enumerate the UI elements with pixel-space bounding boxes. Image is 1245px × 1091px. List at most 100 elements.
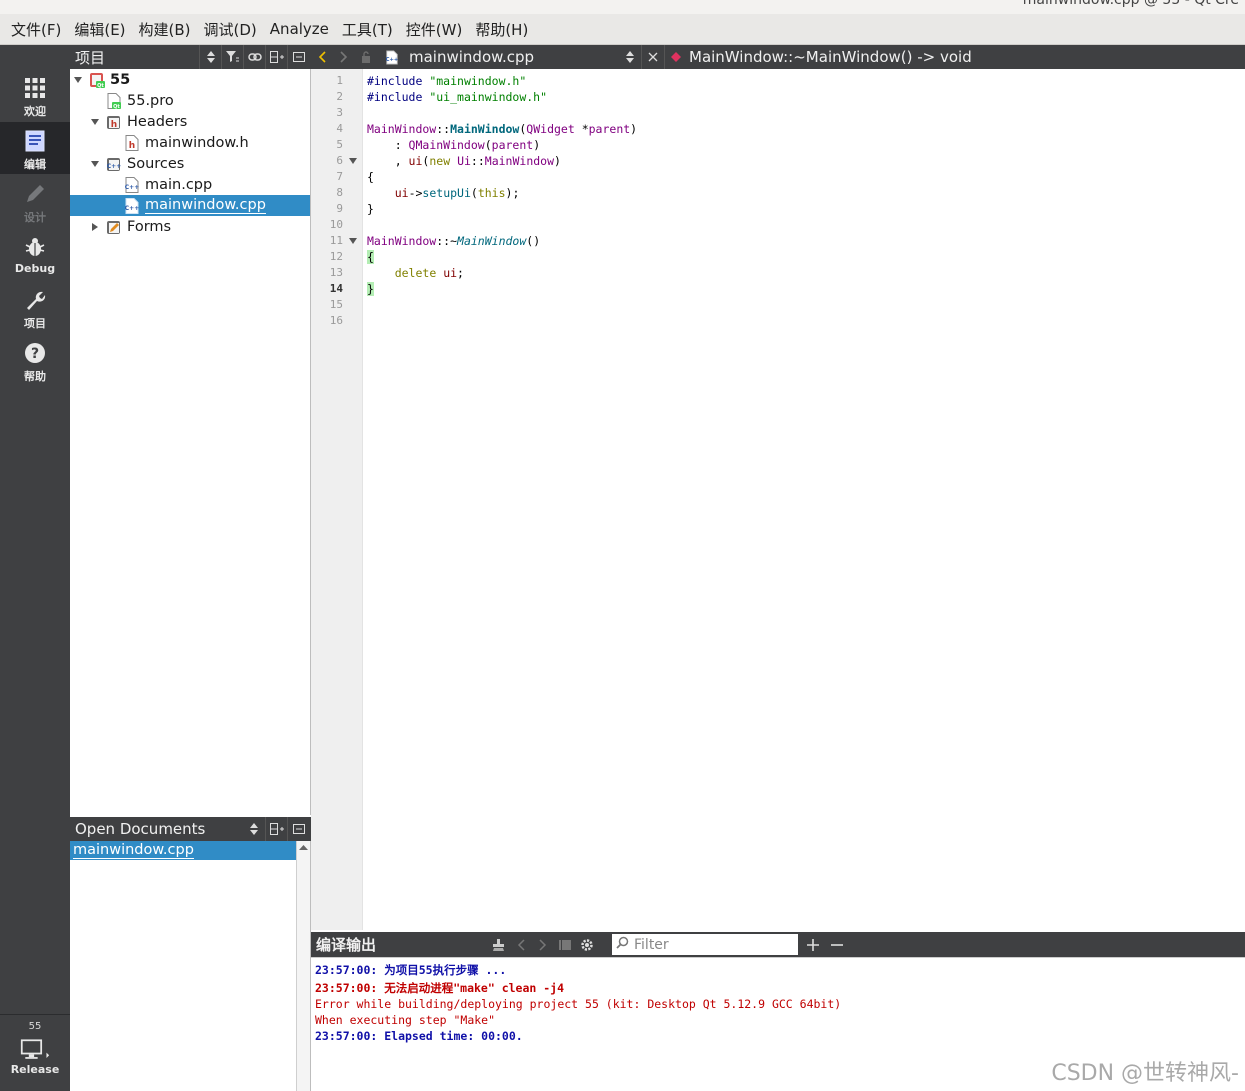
view-selector-arrows-icon[interactable] <box>243 817 265 841</box>
mode-design-label: 设计 <box>24 211 46 224</box>
code-line: #include "mainwindow.h" <box>367 74 527 88</box>
mode-edit[interactable]: 编辑 <box>0 122 70 174</box>
lock-icon <box>355 45 377 69</box>
open-document-item[interactable]: mainwindow.cpp <box>70 841 296 860</box>
tree-label: mainwindow.h <box>145 134 249 151</box>
fold-marker-icon[interactable] <box>348 233 358 249</box>
symbol-icon <box>665 45 687 69</box>
menu-bar: 文件(F) 编辑(E) 构建(B) 调试(D) Analyze 工具(T) 控件… <box>0 14 1245 45</box>
svg-text:C++: C++ <box>386 57 399 63</box>
fold-marker-icon[interactable] <box>348 153 358 169</box>
open-documents-list: mainwindow.cpp <box>70 841 311 1091</box>
line-number: 8 <box>336 186 343 199</box>
editor-toolbar: C++ mainwindow.cpp MainWindow::~MainWind… <box>311 45 1245 69</box>
mode-welcome[interactable]: 欢迎 <box>0 69 70 121</box>
folder-forms-icon <box>106 219 122 235</box>
file-selector-arrows-icon[interactable] <box>619 45 641 69</box>
menu-widgets[interactable]: 控件(W) <box>401 19 468 40</box>
output-line: 23:57:00: 为项目55执行步骤 ... <box>315 963 507 977</box>
document-icon <box>22 128 48 154</box>
menu-help[interactable]: 帮助(H) <box>470 19 533 40</box>
tree-label: mainwindow.cpp <box>145 197 266 214</box>
code-line: : QMainWindow(parent) <box>367 138 541 152</box>
next-item-icon[interactable] <box>532 932 554 957</box>
code-editor[interactable]: #include "mainwindow.h" #include "ui_main… <box>364 69 1245 930</box>
menu-edit[interactable]: 编辑(E) <box>69 19 130 40</box>
tree-node-main-cpp[interactable]: C++ main.cpp <box>107 174 311 195</box>
menu-tools[interactable]: 工具(T) <box>337 19 398 40</box>
collapsed-arrow-icon[interactable] <box>89 216 101 237</box>
close-pane-icon[interactable] <box>287 45 309 69</box>
add-icon[interactable] <box>802 932 824 957</box>
compile-output-title: 编译输出 <box>316 936 377 954</box>
forward-icon[interactable] <box>333 45 355 69</box>
pro-file-icon: Qt <box>106 92 122 110</box>
split-icon[interactable] <box>265 45 287 69</box>
mode-help[interactable]: ? 帮助 <box>0 334 70 386</box>
split-icon[interactable] <box>265 817 287 841</box>
kit-selector-button[interactable]: Release <box>0 1037 70 1089</box>
symbol-selector[interactable]: MainWindow::~MainWindow() -> void <box>689 48 972 66</box>
mode-projects[interactable]: 项目 <box>0 281 70 333</box>
line-number-current: 14 <box>329 282 343 295</box>
monitor-icon <box>20 1037 50 1063</box>
grid-icon <box>22 75 48 101</box>
svg-text:Qt: Qt <box>97 83 104 88</box>
menu-build[interactable]: 构建(B) <box>134 19 196 40</box>
compile-output-header: 编译输出 Filter <box>311 932 1245 957</box>
back-icon[interactable] <box>311 45 333 69</box>
clear-output-icon[interactable] <box>488 932 510 957</box>
expand-arrow-icon[interactable] <box>89 153 101 174</box>
tree-node-mainwindow-h[interactable]: h mainwindow.h <box>107 132 311 153</box>
mode-help-label: 帮助 <box>24 370 46 383</box>
minus-icon[interactable] <box>826 932 848 957</box>
mode-edit-label: 编辑 <box>24 158 46 171</box>
link-icon[interactable] <box>243 45 265 69</box>
project-pane-header: 项目 <box>70 45 311 69</box>
close-document-icon[interactable] <box>642 45 664 69</box>
line-number: 5 <box>336 138 343 151</box>
output-line: 23:57:00: 无法启动进程"make" clean -j4 <box>315 981 565 995</box>
close-pane-icon[interactable] <box>287 817 309 841</box>
project-tree: Qt 55 Qt 55.pro h Headers h mainwindow.h… <box>70 69 311 815</box>
menu-debug[interactable]: 调试(D) <box>199 19 262 40</box>
tree-node-headers[interactable]: h Headers <box>89 111 311 132</box>
mode-welcome-label: 欢迎 <box>24 105 46 118</box>
filter-input[interactable]: Filter <box>612 934 800 955</box>
window-title: mainwindow.cpp @ 55 - Qt Cre <box>1022 0 1239 8</box>
menu-file[interactable]: 文件(F) <box>6 19 66 40</box>
stop-icon[interactable] <box>554 932 576 957</box>
tree-label: Headers <box>127 113 188 130</box>
code-line: #include "ui_mainwindow.h" <box>367 90 548 104</box>
view-selector-arrows-icon[interactable] <box>199 45 221 69</box>
kit-project-label: 55 <box>28 1021 42 1032</box>
svg-text:?: ? <box>31 346 39 362</box>
tree-node-pro-file[interactable]: Qt 55.pro <box>89 90 311 111</box>
line-number: 6 <box>336 154 343 167</box>
tree-node-forms[interactable]: Forms <box>89 216 311 237</box>
project-pane-title: 项目 <box>75 48 106 67</box>
menu-analyze[interactable]: Analyze <box>265 20 334 38</box>
expand-arrow-icon[interactable] <box>72 69 84 90</box>
tree-node-mainwindow-cpp[interactable]: C++ mainwindow.cpp <box>70 195 310 216</box>
cpp-file-icon: C++ <box>124 197 140 214</box>
line-number: 3 <box>336 106 343 119</box>
mode-debug[interactable]: Debug <box>0 228 70 280</box>
previous-item-icon[interactable] <box>510 932 532 957</box>
code-line: , ui(new Ui::MainWindow) <box>367 154 561 168</box>
svg-text:Qt: Qt <box>113 104 120 109</box>
code-line: { <box>367 250 374 264</box>
wrench-icon <box>22 287 48 313</box>
filter-icon[interactable] <box>221 45 243 69</box>
scrollbar[interactable] <box>296 841 310 1091</box>
tree-label: Sources <box>127 155 185 172</box>
line-number: 9 <box>336 202 343 215</box>
tree-node-project[interactable]: Qt 55 <box>72 69 311 90</box>
code-line: MainWindow::~MainWindow() <box>367 234 541 248</box>
tree-node-sources[interactable]: C++ Sources <box>89 153 311 174</box>
mode-design[interactable]: 设计 <box>0 175 70 227</box>
expand-arrow-icon[interactable] <box>89 111 101 132</box>
current-file-selector[interactable]: mainwindow.cpp <box>409 48 619 66</box>
gear-icon[interactable] <box>576 932 598 957</box>
line-number: 2 <box>336 90 343 103</box>
